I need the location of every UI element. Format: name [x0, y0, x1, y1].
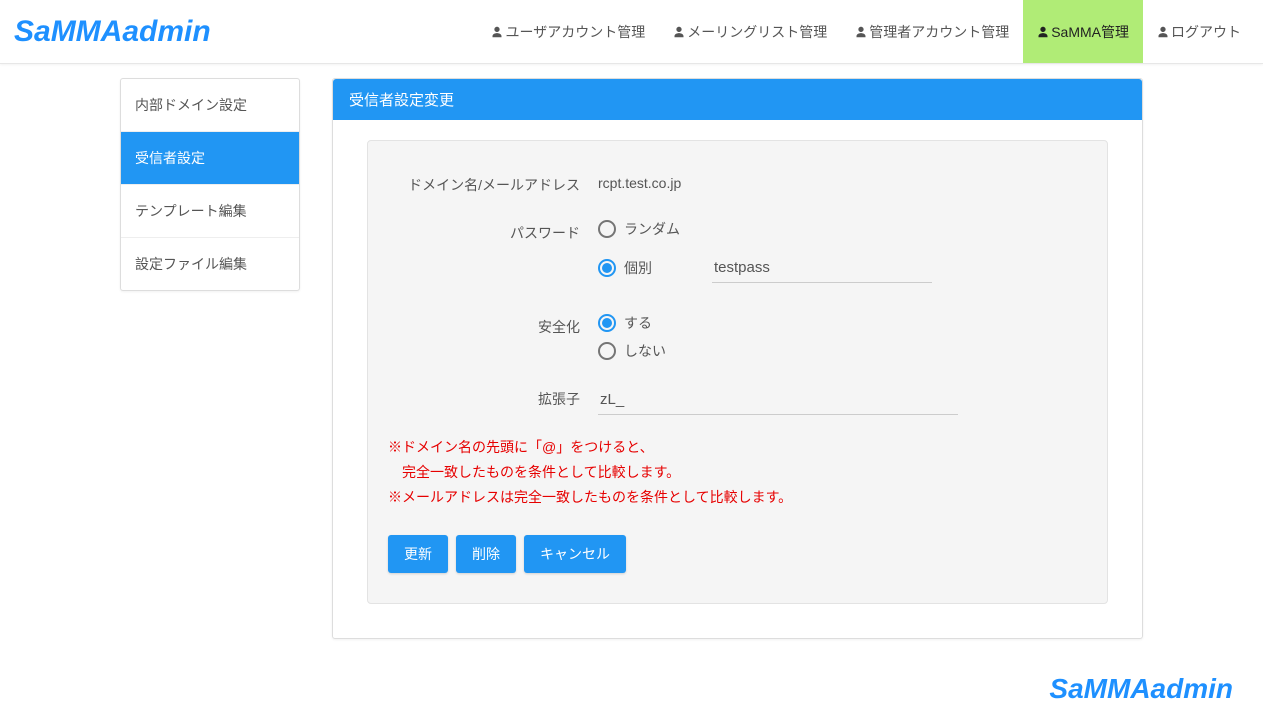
radio-icon-unchecked [598, 342, 616, 360]
label-password: パスワード [388, 219, 598, 243]
ext-input[interactable] [598, 385, 958, 415]
note-line-1: ※ドメイン名の先頭に「@」をつけると、 [388, 435, 1087, 460]
label-safety: 安全化 [388, 313, 598, 337]
user-icon [673, 26, 685, 38]
radio-icon-checked [598, 259, 616, 277]
safety-wrap: する しない [598, 313, 1087, 361]
user-icon [1157, 26, 1169, 38]
user-icon [1037, 26, 1049, 38]
user-icon [855, 26, 867, 38]
form-well: ドメイン名/メールアドレス rcpt.test.co.jp パスワード ランダム [367, 140, 1108, 604]
sidebar-item-0[interactable]: 内部ドメイン設定 [121, 79, 299, 132]
sidebar-item-label: 内部ドメイン設定 [135, 97, 247, 113]
nav-item-2[interactable]: 管理者アカウント管理 [841, 0, 1023, 63]
note-line-2: 完全一致したものを条件として比較します。 [388, 460, 1087, 485]
nav-item-label: SaMMA管理 [1051, 22, 1129, 42]
footer-brand: SaMMAadmin [0, 653, 1263, 725]
main-container: 内部ドメイン設定受信者設定テンプレート編集設定ファイル編集 受信者設定変更 ドメ… [0, 64, 1263, 653]
nav-links: ユーザアカウント管理 メーリングリスト管理 管理者アカウント管理 SaMMA管理 ログア… [477, 0, 1255, 63]
sidebar-item-label: テンプレート編集 [135, 203, 247, 219]
nav-item-4[interactable]: ログアウト [1143, 0, 1255, 63]
radio-safety-no[interactable]: しない [598, 341, 666, 361]
label-domain: ドメイン名/メールアドレス [388, 171, 598, 195]
row-password-random: パスワード ランダム [388, 219, 1087, 247]
nav-item-3[interactable]: SaMMA管理 [1023, 0, 1143, 63]
nav-item-0[interactable]: ユーザアカウント管理 [477, 0, 659, 63]
sidebar-item-2[interactable]: テンプレート編集 [121, 185, 299, 238]
radio-icon-unchecked [598, 220, 616, 238]
nav-item-1[interactable]: メーリングリスト管理 [659, 0, 841, 63]
cancel-button[interactable]: キャンセル [524, 535, 626, 573]
radio-label-safety-yes: する [624, 313, 652, 333]
row-domain: ドメイン名/メールアドレス rcpt.test.co.jp [388, 171, 1087, 195]
panel-title: 受信者設定変更 [333, 79, 1142, 120]
radio-label-individual: 個別 [624, 258, 652, 278]
password-random-wrap: ランダム [598, 219, 1087, 247]
nav-item-label: ログアウト [1171, 22, 1241, 42]
nav-item-label: ユーザアカウント管理 [505, 22, 645, 42]
brand-logo: SaMMAadmin [8, 15, 211, 49]
radio-safety-yes[interactable]: する [598, 313, 652, 333]
radio-password-individual[interactable]: 個別 [598, 258, 652, 278]
note-line-3: ※メールアドレスは完全一致したものを条件として比較します。 [388, 485, 1087, 510]
password-individual-wrap: 個別 [598, 253, 1087, 283]
value-domain-wrap: rcpt.test.co.jp [598, 171, 1087, 191]
label-ext: 拡張子 [388, 385, 598, 409]
row-ext: 拡張子 [388, 385, 1087, 415]
panel: 受信者設定変更 ドメイン名/メールアドレス rcpt.test.co.jp パス… [332, 78, 1143, 639]
row-password-individual: 個別 [388, 253, 1087, 283]
radio-password-random[interactable]: ランダム [598, 219, 680, 239]
sidebar-item-1[interactable]: 受信者設定 [121, 132, 299, 185]
user-icon [491, 26, 503, 38]
value-domain: rcpt.test.co.jp [598, 171, 681, 191]
sidebar-item-label: 設定ファイル編集 [135, 256, 247, 272]
row-safety: 安全化 する しない [388, 313, 1087, 361]
main-area: 受信者設定変更 ドメイン名/メールアドレス rcpt.test.co.jp パス… [332, 78, 1143, 639]
notes: ※ドメイン名の先頭に「@」をつけると、 完全一致したものを条件として比較します。… [388, 435, 1087, 511]
ext-wrap [598, 385, 1087, 415]
sidebar-item-label: 受信者設定 [135, 150, 205, 166]
radio-label-safety-no: しない [624, 341, 666, 361]
nav-item-label: 管理者アカウント管理 [869, 22, 1009, 42]
button-row: 更新 削除 キャンセル [388, 535, 1087, 573]
panel-body: ドメイン名/メールアドレス rcpt.test.co.jp パスワード ランダム [333, 120, 1142, 638]
radio-icon-checked [598, 314, 616, 332]
sidebar-item-3[interactable]: 設定ファイル編集 [121, 238, 299, 290]
password-input[interactable] [712, 253, 932, 283]
radio-label-random: ランダム [624, 219, 680, 239]
update-button[interactable]: 更新 [388, 535, 448, 573]
nav-item-label: メーリングリスト管理 [687, 22, 827, 42]
delete-button[interactable]: 削除 [456, 535, 516, 573]
top-navbar: SaMMAadmin ユーザアカウント管理 メーリングリスト管理 管理者アカウント管… [0, 0, 1263, 64]
sidebar: 内部ドメイン設定受信者設定テンプレート編集設定ファイル編集 [120, 78, 300, 291]
